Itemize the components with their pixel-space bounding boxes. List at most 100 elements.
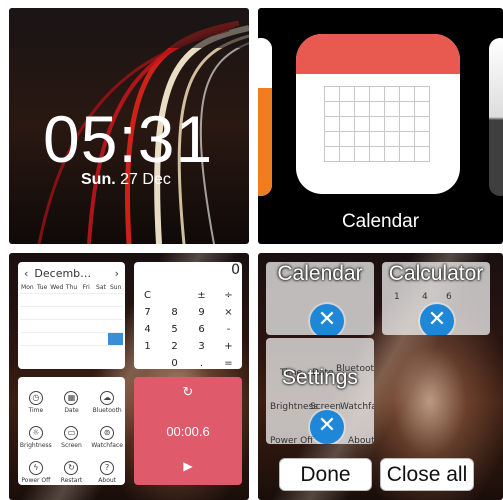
weekday-row: Mon Tue Wed Thu Fri Sat Sun: [18, 284, 125, 291]
calendar-month-label: Decemb…: [34, 266, 92, 280]
calendar-day-cell[interactable]: [108, 332, 123, 345]
clock-date: Sun. 27 Dec: [81, 171, 171, 189]
calendar-day-cell[interactable]: [108, 319, 123, 332]
previous-app-tile[interactable]: [258, 38, 272, 196]
calculator-key[interactable]: 6: [188, 324, 215, 336]
calculator-key[interactable]: 1: [134, 341, 161, 353]
calculator-key[interactable]: =: [215, 358, 242, 369]
calendar-app-icon[interactable]: [296, 34, 460, 194]
calendar-day-cell[interactable]: [64, 332, 79, 345]
close-icon[interactable]: ✕: [310, 410, 344, 444]
calendar-day-cell[interactable]: [93, 345, 109, 358]
calendar-day-cell[interactable]: [78, 332, 94, 345]
calendar-day-cell[interactable]: [93, 293, 109, 306]
lockscreen-panel[interactable]: 05:31 Sun. 27 Dec: [9, 8, 249, 244]
calculator-key[interactable]: 7: [134, 307, 161, 319]
settings-item[interactable]: ▭ Screen: [54, 414, 90, 449]
stopwatch-time: 00:00.6: [166, 424, 210, 439]
weekday-label: Wed: [50, 284, 64, 291]
recent-card-calculator[interactable]: Calculator 1 4 6 ✕: [382, 262, 490, 335]
calendar-day-cell[interactable]: [64, 293, 79, 306]
stopwatch-widget[interactable]: ↻ 00:00.6 ▶: [134, 377, 242, 485]
calculator-key[interactable]: 8: [161, 307, 188, 319]
calculator-key[interactable]: [134, 358, 161, 369]
restart-icon: ↻: [64, 461, 79, 475]
calculator-key[interactable]: [161, 290, 188, 302]
close-icon[interactable]: ✕: [310, 304, 344, 335]
calendar-day-cell[interactable]: [93, 306, 109, 319]
app-carousel-panel[interactable]: Calendar: [258, 8, 503, 244]
calculator-widget[interactable]: 0 C ± ÷ 7 8 9 × 4 5 6- 1 2 3 +0. =: [134, 262, 242, 369]
calculator-key[interactable]: ×: [215, 307, 242, 319]
calendar-day-cell[interactable]: [49, 293, 65, 306]
settings-item-label: Screen: [61, 442, 82, 449]
close-icon[interactable]: ✕: [420, 304, 454, 335]
calculator-key[interactable]: +: [215, 341, 242, 353]
calendar-day-cell[interactable]: [78, 345, 94, 358]
calculator-key[interactable]: 0: [161, 358, 188, 369]
calendar-day-cell[interactable]: [78, 306, 94, 319]
calculator-key[interactable]: 4: [134, 324, 161, 336]
settings-item[interactable]: ⊚ Watchface: [89, 414, 125, 449]
close-all-button[interactable]: Close all: [380, 458, 474, 491]
calendar-day-cell[interactable]: [108, 345, 123, 358]
settings-grid: ◷ Time ▦ Date ☁ Bluetooth ☼ Brightness ▭ Screen ⊚ W…: [18, 377, 125, 484]
calendar-day-cell[interactable]: [20, 345, 35, 358]
calendar-day-cell[interactable]: [34, 293, 50, 306]
calculator-key[interactable]: 3: [188, 341, 215, 353]
chevron-right-icon[interactable]: ›: [115, 267, 119, 280]
calendar-day-cell[interactable]: [20, 293, 35, 306]
calendar-day-cell[interactable]: [64, 345, 79, 358]
settings-item[interactable]: ▦ Date: [54, 379, 90, 414]
calendar-day-cell[interactable]: [20, 319, 35, 332]
weekday-label: Tue: [36, 284, 48, 291]
recent-card-settings[interactable]: Time Date Bluetooth Brightness Screen Wa…: [266, 338, 374, 444]
weekday-label: Thu: [65, 284, 78, 291]
calculator-key[interactable]: 9: [188, 307, 215, 319]
calculator-key[interactable]: 5: [161, 324, 188, 336]
settings-item[interactable]: ϟ Power Off: [18, 449, 54, 484]
calendar-day-cell[interactable]: [34, 345, 50, 358]
calendar-day-cell[interactable]: [93, 319, 109, 332]
settings-item[interactable]: ☼ Brightness: [18, 414, 54, 449]
chevron-left-icon[interactable]: ‹: [24, 267, 28, 280]
calendar-widget[interactable]: ‹ Decemb… › Mon Tue Wed Thu Fri Sat Sun: [18, 262, 125, 369]
calendar-day-cell[interactable]: [49, 332, 65, 345]
settings-item[interactable]: ↻ Restart: [54, 449, 90, 484]
calendar-day-cell[interactable]: [78, 319, 94, 332]
calculator-key[interactable]: C: [134, 290, 161, 302]
calendar-day-cell[interactable]: [20, 332, 35, 345]
calendar-day-cell[interactable]: [108, 306, 123, 319]
calendar-day-cell[interactable]: [49, 319, 65, 332]
recent-card-calendar[interactable]: Calendar ✕: [266, 262, 374, 335]
calendar-day-cell[interactable]: [34, 332, 50, 345]
calendar-day-cell[interactable]: [49, 345, 65, 358]
calendar-day-cell[interactable]: [64, 319, 79, 332]
weekday-label: Sun: [109, 284, 122, 291]
calendar-day-cell[interactable]: [49, 306, 65, 319]
recent-card-title: Calendar: [277, 262, 363, 285]
calendar-day-cell[interactable]: [93, 332, 109, 345]
calendar-day-cell[interactable]: [78, 293, 94, 306]
watchface-icon: ⊚: [100, 426, 115, 440]
calculator-key[interactable]: -: [215, 324, 242, 336]
calendar-day-cell[interactable]: [108, 293, 123, 306]
calculator-key[interactable]: ±: [188, 290, 215, 302]
settings-widget[interactable]: ◷ Time ▦ Date ☁ Bluetooth ☼ Brightness ▭ Screen ⊚ W…: [18, 377, 125, 485]
calculator-key[interactable]: 2: [161, 341, 188, 353]
calendar-day-cell[interactable]: [20, 306, 35, 319]
calculator-key[interactable]: ÷: [215, 290, 242, 302]
reset-icon[interactable]: ↻: [134, 385, 242, 400]
weekday-label: Sat: [96, 284, 106, 291]
calendar-day-cell[interactable]: [34, 306, 50, 319]
calendar-day-cell[interactable]: [34, 319, 50, 332]
play-icon[interactable]: ▶: [134, 459, 242, 473]
next-app-tile[interactable]: [489, 38, 503, 196]
calculator-key[interactable]: .: [188, 358, 215, 369]
settings-item[interactable]: ☁ Bluetooth: [89, 379, 125, 414]
settings-item[interactable]: ◷ Time: [18, 379, 54, 414]
done-button[interactable]: Done: [279, 458, 372, 491]
settings-item[interactable]: ? About: [89, 449, 125, 484]
calc-preview-key: 6: [446, 292, 452, 302]
calendar-day-cell[interactable]: [64, 306, 79, 319]
